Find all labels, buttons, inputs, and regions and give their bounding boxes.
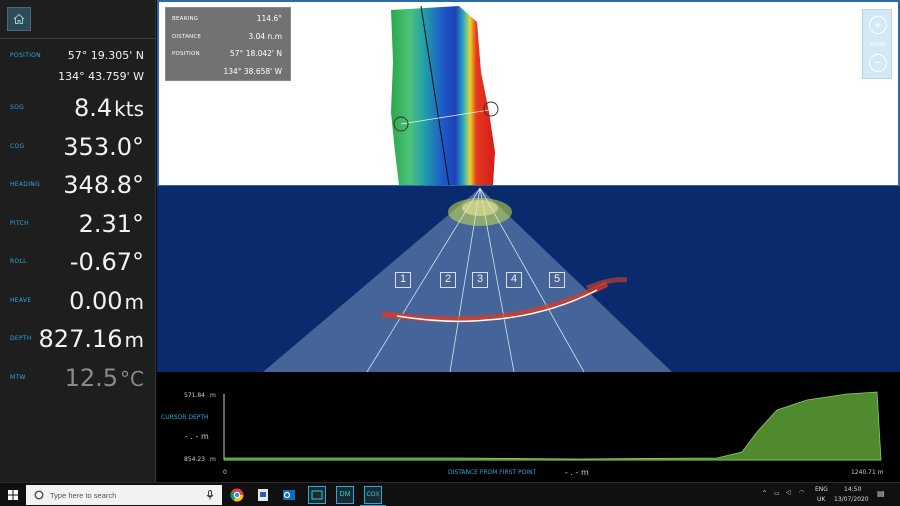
microphone-icon[interactable] (206, 490, 214, 500)
tray-chevron-icon[interactable]: ^ (762, 490, 767, 497)
app-window: POSITION 57° 19.305' N 134° 43.759' W SO… (0, 0, 900, 506)
cursor-depth-label: CURSOR DEPTH (161, 414, 209, 421)
profile-bottom-unit: m (210, 456, 216, 463)
pitch-row: PITCH 2.31° (0, 207, 156, 245)
roll-row: ROLL -0.67° (0, 245, 156, 283)
profile-x-end: 1240.71 m (851, 469, 884, 476)
windows-logo-icon (8, 490, 18, 500)
position-lon: 134° 43.759' W (58, 70, 144, 83)
position-row: POSITION 57° 19.305' N 134° 43.759' W (0, 46, 156, 84)
measurement-info-box: BEARING 114.6° DISTANCE 3.04 n.m POSITIO… (165, 7, 291, 81)
search-icon (34, 490, 44, 500)
heave-row: HEAVE 0.00 m (0, 284, 156, 322)
pitch-value: 2.31° (78, 210, 144, 238)
bearing-value: 114.6° (256, 14, 282, 23)
cog-row: COG 353.0° (0, 130, 156, 168)
depth-profile[interactable]: 571.84 m CURSOR DEPTH - . - m 854.23 m 0… (157, 372, 900, 482)
profile-x-start: 0 (223, 469, 227, 476)
mtw-value: 12.5 °C (64, 364, 144, 392)
volume-icon[interactable]: ◁ (786, 489, 791, 496)
clock-date: 13/07/2020 (834, 496, 869, 503)
depth-row: DEPTH 827.16 m (0, 322, 156, 360)
heading-row: HEADING 348.8° (0, 168, 156, 206)
file-app-icon[interactable] (254, 486, 272, 504)
beam-label-3: 3 (472, 272, 488, 288)
sog-value: 8.4 kts (73, 94, 144, 122)
depth-label: DEPTH (10, 335, 32, 342)
profile-bottom-depth: 854.23 (184, 456, 205, 463)
zoom-control: + ZOOM − (862, 9, 892, 79)
bearing-label: BEARING (172, 16, 199, 22)
battery-icon[interactable]: ▭ (774, 490, 780, 497)
cog-label: COG (10, 143, 25, 150)
beam-label-1: 1 (395, 272, 411, 288)
taskbar-search-box[interactable]: Type here to search (26, 485, 222, 505)
roll-value: -0.67° (69, 248, 144, 276)
notifications-icon[interactable]: ▤ (877, 489, 885, 498)
profile-top-depth: 571.84 (184, 392, 205, 399)
zoom-label: ZOOM (869, 42, 885, 48)
sidebar: POSITION 57° 19.305' N 134° 43.759' W SO… (0, 0, 156, 482)
language-code[interactable]: ENG (815, 486, 828, 493)
roll-label: ROLL (10, 258, 27, 265)
map-position-lat: 57° 18.042' N (230, 49, 282, 58)
cog-value: 353.0° (63, 133, 144, 161)
search-placeholder: Type here to search (50, 491, 117, 500)
start-button[interactable] (0, 483, 26, 506)
profile-x-label: DISTANCE FROM FIRST POINT (448, 469, 537, 476)
sog-label: SOG (10, 104, 25, 111)
outlook-app-icon[interactable] (280, 486, 298, 504)
beam-label-4: 4 (506, 272, 522, 288)
heading-value: 348.8° (63, 171, 144, 199)
chrome-app-icon[interactable] (228, 486, 246, 504)
beam-label-5: 5 (549, 272, 565, 288)
cursor-depth-value: - . - m (185, 432, 209, 441)
home-icon (13, 13, 25, 24)
map-position-lon: 134° 38.658' W (223, 67, 282, 76)
depth-value: 827.16 m (38, 325, 144, 353)
sonar-fan (263, 187, 672, 372)
network-icon[interactable]: ◠ (799, 489, 804, 496)
cox-app-icon[interactable]: COX (364, 486, 382, 504)
profile-top-unit: m (210, 392, 216, 399)
sonar-app-icon[interactable] (308, 486, 326, 504)
position-label: POSITION (10, 52, 41, 59)
clock-time[interactable]: 14:50 (844, 486, 861, 493)
region-code: UK (817, 496, 826, 503)
zoom-out-button[interactable]: − (869, 54, 887, 72)
heading-label: HEADING (10, 181, 41, 188)
beam-label-2: 2 (440, 272, 456, 288)
profile-x-cursor: - . - m (565, 468, 589, 477)
map-position-label: POSITION (172, 51, 200, 57)
sonar-water-column: 1 2 3 4 5 (157, 186, 900, 372)
position-lat: 57° 19.305' N (67, 49, 144, 62)
distance-label: DISTANCE (172, 34, 202, 40)
profile-area (223, 391, 882, 461)
sog-row: SOG 8.4 kts (0, 91, 156, 129)
bathymetry-map[interactable]: BEARING 114.6° DISTANCE 3.04 n.m POSITIO… (157, 0, 900, 186)
pitch-label: PITCH (10, 220, 29, 227)
distance-value: 3.04 n.m (248, 32, 282, 41)
zoom-in-button[interactable]: + (869, 16, 887, 34)
dm-app-icon[interactable]: DM (336, 486, 354, 504)
heave-value: 0.00 m (69, 287, 144, 315)
mtw-label: MTW (10, 374, 26, 381)
heave-label: HEAVE (10, 297, 32, 304)
profile-chart (223, 391, 882, 461)
windows-taskbar: Type here to search DM COX ^ ▭ ◁ ◠ ENG U… (0, 482, 900, 506)
home-button[interactable] (7, 7, 31, 31)
sidebar-divider (0, 38, 156, 39)
mtw-row: MTW 12.5 °C (0, 361, 156, 399)
